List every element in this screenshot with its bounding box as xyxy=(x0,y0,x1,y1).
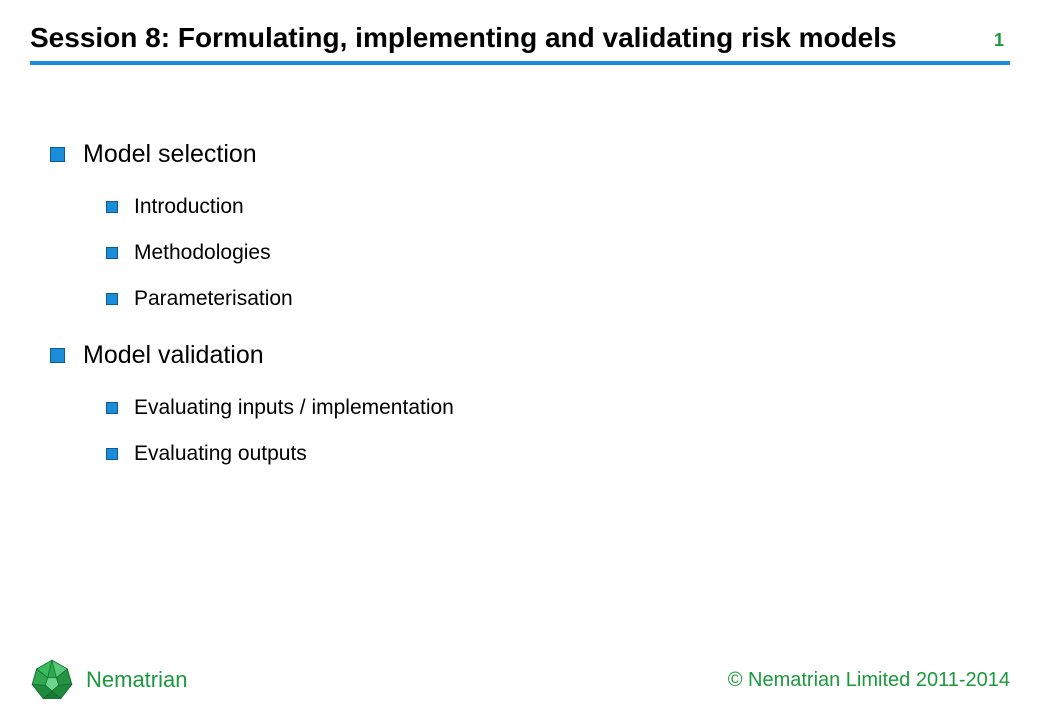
subbullet-label: Parameterisation xyxy=(134,287,293,311)
square-bullet-icon xyxy=(106,293,118,305)
square-bullet-icon xyxy=(106,402,118,414)
slide: Session 8: Formulating, implementing and… xyxy=(0,0,1040,720)
subbullet-label: Introduction xyxy=(134,195,244,219)
square-bullet-icon xyxy=(106,201,118,213)
footer-left: Nematrian xyxy=(30,658,187,702)
subbullet-methodologies: Methodologies xyxy=(106,241,1010,265)
brand-name: Nematrian xyxy=(86,667,187,693)
subbullet-introduction: Introduction xyxy=(106,195,1010,219)
polyhedron-logo-icon xyxy=(30,658,74,702)
square-bullet-icon xyxy=(106,448,118,460)
sublist-model-selection: Introduction Methodologies Parameterisat… xyxy=(106,195,1010,311)
page-number: 1 xyxy=(994,30,1010,55)
bullet-label: Model validation xyxy=(83,341,264,370)
slide-footer: Nematrian © Nematrian Limited 2011-2014 xyxy=(30,658,1010,702)
square-bullet-icon xyxy=(106,247,118,259)
subbullet-label: Methodologies xyxy=(134,241,271,265)
slide-title: Session 8: Formulating, implementing and… xyxy=(30,20,897,55)
subbullet-label: Evaluating outputs xyxy=(134,442,307,466)
bullet-label: Model selection xyxy=(83,140,257,169)
square-bullet-icon xyxy=(50,147,65,162)
slide-content: Model selection Introduction Methodologi… xyxy=(30,140,1010,466)
subbullet-evaluating-outputs: Evaluating outputs xyxy=(106,442,1010,466)
subbullet-evaluating-inputs: Evaluating inputs / implementation xyxy=(106,396,1010,420)
subbullet-label: Evaluating inputs / implementation xyxy=(134,396,454,420)
bullet-model-validation: Model validation xyxy=(50,341,1010,370)
square-bullet-icon xyxy=(50,348,65,363)
copyright-text: © Nematrian Limited 2011-2014 xyxy=(728,669,1010,692)
subbullet-parameterisation: Parameterisation xyxy=(106,287,1010,311)
bullet-model-selection: Model selection xyxy=(50,140,1010,169)
slide-header: Session 8: Formulating, implementing and… xyxy=(30,20,1010,65)
sublist-model-validation: Evaluating inputs / implementation Evalu… xyxy=(106,396,1010,466)
